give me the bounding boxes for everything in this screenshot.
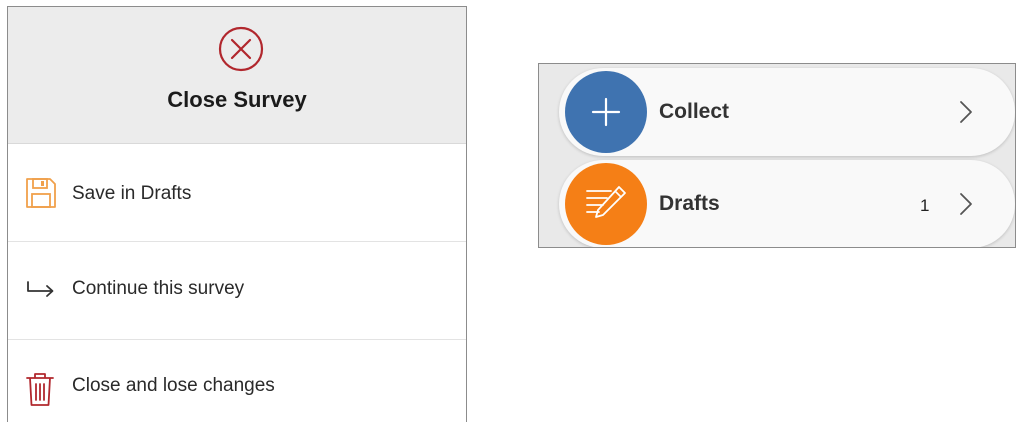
drafts-count-badge: 1: [920, 196, 930, 215]
dialog-title: Close Survey: [167, 87, 307, 112]
option-label: Continue this survey: [72, 278, 245, 299]
return-arrow-icon: [27, 281, 54, 297]
chevron-right-icon: [960, 193, 972, 215]
collect-label: Collect: [659, 100, 730, 123]
close-circle-icon[interactable]: [217, 25, 265, 73]
plus-icon: [591, 97, 621, 127]
trash-icon: [26, 373, 54, 406]
close-and-lose-changes-option[interactable]: Close and lose changes: [8, 340, 466, 422]
drafts-row[interactable]: Drafts 1: [559, 160, 1015, 247]
chevron-right-icon: [960, 101, 972, 123]
save-in-drafts-option[interactable]: Save in Drafts: [8, 144, 466, 242]
collect-icon-circle: [565, 71, 647, 153]
option-label: Save in Drafts: [72, 183, 192, 204]
save-icon: [26, 178, 56, 208]
drafts-label: Drafts: [659, 192, 720, 215]
option-label: Close and lose changes: [72, 375, 275, 396]
close-survey-dialog: Close Survey Save in Drafts Continue thi…: [7, 6, 467, 422]
dialog-header: Close Survey: [8, 7, 466, 144]
survey-actions-panel: Collect Drafts 1: [538, 63, 1016, 248]
pencil-note-icon: [586, 186, 626, 218]
drafts-icon-circle: [565, 163, 647, 245]
continue-survey-option[interactable]: Continue this survey: [8, 242, 466, 340]
collect-row[interactable]: Collect: [559, 68, 1015, 156]
